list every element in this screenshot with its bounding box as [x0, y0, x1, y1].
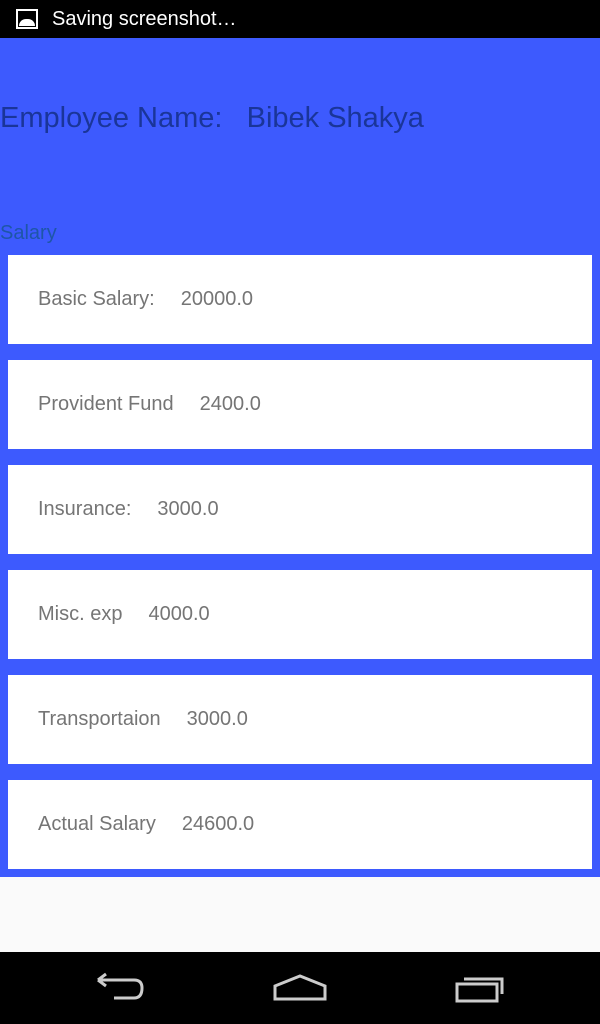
status-bar: Saving screenshot… [0, 0, 600, 38]
salary-item-card: Misc. exp 4000.0 [8, 570, 592, 659]
salary-item-card: Insurance: 3000.0 [8, 465, 592, 554]
salary-item-value: 24600.0 [181, 813, 255, 835]
salary-item-value: 3000.0 [186, 708, 248, 730]
employee-name-label: Employee Name: [0, 102, 223, 134]
section-title: Salary [0, 222, 57, 244]
home-icon[interactable] [272, 972, 328, 1002]
salary-item-value: 2400.0 [199, 393, 261, 415]
employee-name: Employee Name: Bibek Shakya [0, 102, 424, 135]
salary-item-label: Basic Salary: [38, 288, 155, 310]
salary-item-value: 4000.0 [148, 603, 210, 625]
back-icon[interactable] [94, 972, 146, 1002]
salary-item-card: Actual Salary 24600.0 [8, 780, 592, 869]
salary-item-label: Transportaion [38, 708, 161, 730]
employee-name-value: Bibek Shakya [246, 102, 424, 134]
salary-item-value: 20000.0 [180, 288, 254, 310]
salary-item-label: Insurance: [38, 498, 132, 520]
salary-item-card: Transportaion 3000.0 [8, 675, 592, 764]
salary-item-label: Actual Salary [38, 813, 156, 835]
salary-item-value: 3000.0 [157, 498, 219, 520]
salary-item-label: Misc. exp [38, 603, 123, 625]
salary-item-card: Basic Salary: 20000.0 [8, 255, 592, 344]
salary-item-label: Provident Fund [38, 393, 174, 415]
image-icon [16, 9, 38, 29]
recent-apps-icon[interactable] [454, 972, 508, 1004]
navigation-bar [0, 952, 600, 1024]
status-notification: Saving screenshot… [52, 7, 237, 30]
salary-item-card: Provident Fund 2400.0 [8, 360, 592, 449]
